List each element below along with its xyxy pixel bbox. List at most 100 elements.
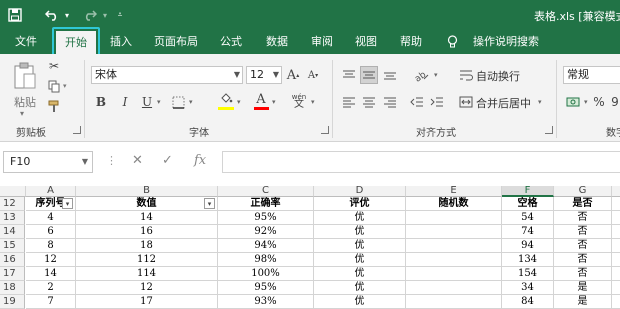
row-header-17[interactable]: 17 [0,267,25,281]
tab-data[interactable]: 数据 [260,30,294,54]
cell-d13[interactable]: 优 [314,211,406,225]
borders-dropdown-icon[interactable]: ▾ [189,98,193,106]
align-bottom-icon[interactable] [381,66,399,84]
phonetic-guide-button[interactable]: wén 文 [290,92,308,110]
cell-c12[interactable]: 正确率 [218,197,314,211]
row-header-13[interactable]: 13 [0,211,25,225]
italic-button[interactable]: I [118,93,132,111]
column-header-d[interactable]: D [314,186,406,197]
cell-d15[interactable]: 优 [314,239,406,253]
tab-review[interactable]: 审阅 [306,30,338,54]
cell-a18[interactable]: 2 [26,281,76,295]
cell-a12[interactable]: 序列号 ▾ [26,197,76,211]
cell-f18[interactable]: 34 [502,281,554,295]
copy-dropdown-icon[interactable]: ▾ [63,82,67,90]
row-header-16[interactable]: 16 [0,253,25,267]
cell-c18[interactable]: 95% [218,281,314,295]
font-name-combo[interactable]: 宋体 ▼ [91,66,243,84]
cell-g17[interactable]: 否 [554,267,612,281]
cell-g15[interactable]: 否 [554,239,612,253]
chevron-down-icon[interactable]: ▼ [234,67,240,83]
cell-e19[interactable] [406,295,502,309]
cell-f14[interactable]: 74 [502,225,554,239]
redo-icon[interactable] [80,5,100,25]
decrease-font-size-button[interactable]: A ▾ [306,66,320,84]
customize-toolbar-icon[interactable]: ⩡ [114,5,126,25]
number-format-combo[interactable]: 常规 [563,66,620,84]
tab-formulas[interactable]: 公式 [214,30,248,54]
cell-a19[interactable]: 7 [26,295,76,309]
cell-overflow[interactable] [612,239,620,253]
cell-a14[interactable]: 6 [26,225,76,239]
cell-e17[interactable] [406,267,502,281]
cell-a13[interactable]: 4 [26,211,76,225]
cell-overflow[interactable] [612,253,620,267]
formula-input[interactable] [222,151,620,173]
font-launcher-icon[interactable] [321,126,329,134]
cell-g12[interactable]: 是否 [554,197,612,211]
cell-c19[interactable]: 93% [218,295,314,309]
cell-d16[interactable]: 优 [314,253,406,267]
underline-button[interactable]: U [140,93,154,111]
font-size-combo[interactable]: 12 ▼ [246,66,282,84]
cell-f19[interactable]: 84 [502,295,554,309]
wrap-text-button[interactable]: 自动换行 [476,68,520,84]
cell-c13[interactable]: 95% [218,211,314,225]
bold-button[interactable]: B [94,93,108,111]
tab-insert[interactable]: 插入 [104,30,138,54]
tab-help[interactable]: 帮助 [394,30,428,54]
accounting-format-icon[interactable] [564,93,582,111]
merge-center-button[interactable]: 合并后居中 [476,95,531,111]
cell-f12[interactable]: 空格 [502,197,554,211]
copy-icon[interactable] [46,78,62,94]
fill-color-dropdown-icon[interactable]: ▾ [237,98,241,106]
cell-b14[interactable]: 16 [76,225,218,239]
cell-e14[interactable] [406,225,502,239]
select-all-corner[interactable] [0,186,26,197]
alignment-launcher-icon[interactable] [545,126,553,134]
wrap-text-icon[interactable] [458,66,474,84]
font-color-button[interactable]: A [254,91,268,107]
column-header-f[interactable]: F [502,186,554,197]
cell-c17[interactable]: 100% [218,267,314,281]
insert-function-button[interactable]: fx [194,153,206,168]
column-header-a[interactable]: A [26,186,76,197]
cell-b16[interactable]: 112 [76,253,218,267]
cell-a17[interactable]: 14 [26,267,76,281]
cell-b17[interactable]: 114 [76,267,218,281]
cell-f15[interactable]: 94 [502,239,554,253]
fill-color-icon[interactable] [218,92,234,106]
cell-b15[interactable]: 18 [76,239,218,253]
decrease-indent-icon[interactable] [408,93,426,111]
font-color-dropdown-icon[interactable]: ▾ [272,98,276,106]
cell-g19[interactable]: 是 [554,295,612,309]
cell-b12[interactable]: 数值 ▾ [76,197,218,211]
cell-b19[interactable]: 17 [76,295,218,309]
redo-dropdown-icon[interactable]: ▾ [100,5,110,25]
filter-dropdown-icon[interactable]: ▾ [204,198,215,209]
cell-d14[interactable]: 优 [314,225,406,239]
align-top-icon[interactable] [340,66,358,84]
name-box[interactable]: F10 ▼ [3,151,93,173]
row-header-14[interactable]: 14 [0,225,25,239]
save-icon[interactable] [4,5,26,25]
cell-d19[interactable]: 优 [314,295,406,309]
tab-page-layout[interactable]: 页面布局 [150,30,202,54]
undo-icon[interactable] [42,5,62,25]
cell-f13[interactable]: 54 [502,211,554,225]
column-header-g[interactable]: G [554,186,612,197]
increase-font-size-button[interactable]: A ▴ [286,66,300,84]
row-header-12[interactable]: 12 [0,197,25,211]
enter-icon[interactable]: ✓ [162,153,173,168]
paste-icon[interactable] [10,60,40,94]
cell-e12[interactable]: 随机数 [406,197,502,211]
row-header-15[interactable]: 15 [0,239,25,253]
tab-view[interactable]: 视图 [350,30,382,54]
cell-d12[interactable]: 评优 [314,197,406,211]
cell-c14[interactable]: 92% [218,225,314,239]
align-right-icon[interactable] [381,93,399,111]
cell-g14[interactable]: 否 [554,225,612,239]
cell-c15[interactable]: 94% [218,239,314,253]
clipboard-launcher-icon[interactable] [73,126,81,134]
row-header-18[interactable]: 18 [0,281,25,295]
